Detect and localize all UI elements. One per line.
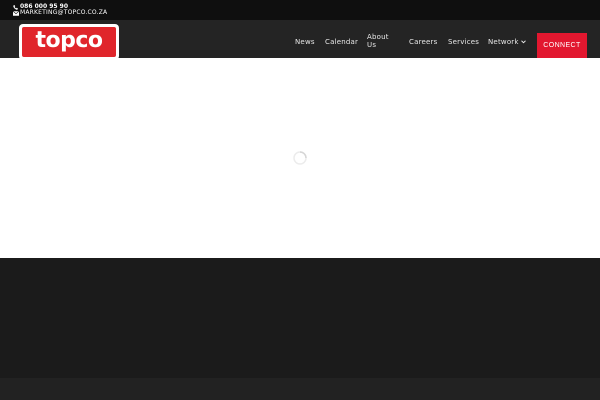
nav-item-network[interactable]: Network (488, 38, 526, 46)
main-content-area (0, 58, 600, 258)
email-address: MARKETING@TOPCO.CO.ZA (20, 9, 108, 16)
sub-footer (0, 378, 600, 400)
logo-badge: topco (22, 27, 116, 57)
connect-button[interactable]: CONNECT (537, 33, 587, 58)
nav-item-careers[interactable]: Careers (409, 38, 437, 46)
phone-icon (13, 4, 19, 10)
chevron-down-icon (520, 40, 526, 44)
email-contact[interactable]: MARKETING@TOPCO.CO.ZA (13, 10, 107, 16)
loading-spinner-icon (293, 151, 307, 165)
topco-logo[interactable]: topco (19, 24, 119, 60)
top-contact-bar: 086 000 95 90 MARKETING@TOPCO.CO.ZA (0, 0, 600, 20)
nav-item-services[interactable]: Services (448, 38, 479, 46)
footer (0, 258, 600, 378)
nav-item-about-us[interactable]: About Us (367, 33, 391, 49)
nav-item-news[interactable]: News (295, 38, 315, 46)
logo-text: topco (35, 28, 103, 53)
nav-item-network-label: Network (488, 38, 519, 46)
envelope-icon (13, 10, 19, 16)
nav-item-calendar[interactable]: Calendar (325, 38, 358, 46)
